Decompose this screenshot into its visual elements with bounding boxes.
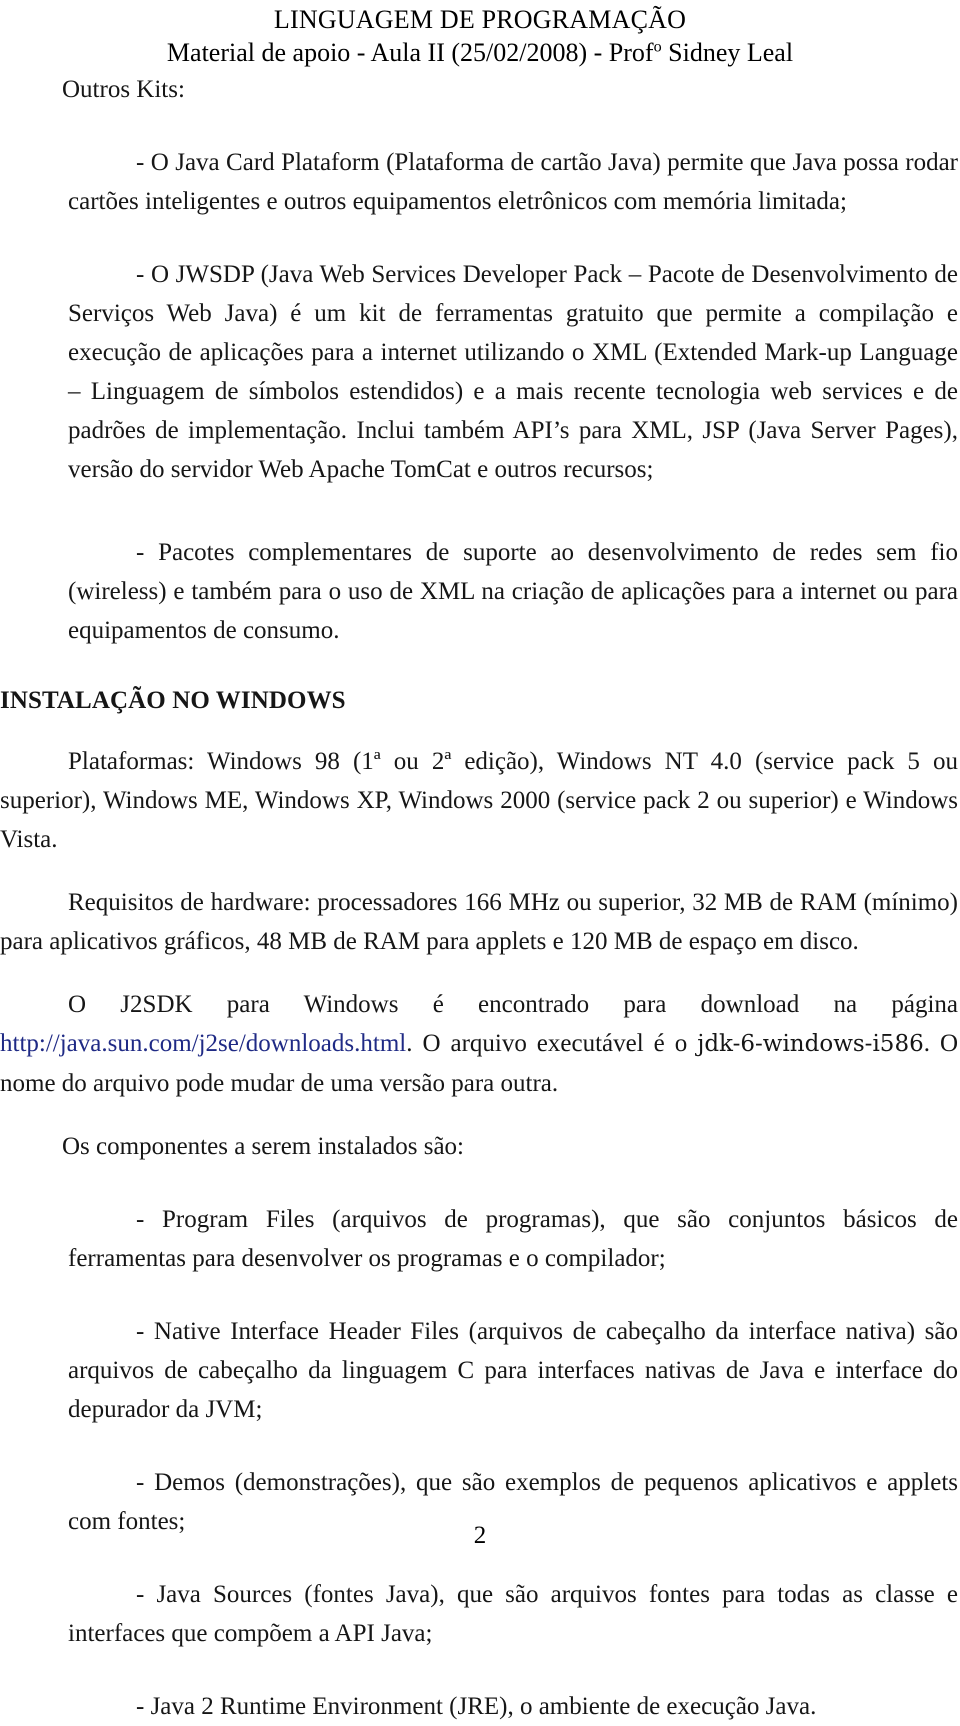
bullet-jwsdp: - O JWSDP (Java Web Services Developer P… <box>68 261 958 483</box>
paragraph-requisitos-hardware: Requisitos de hardware: processadores 16… <box>0 889 958 955</box>
ordinal-superscript: o <box>653 38 662 56</box>
bullet-native-interface-header-files: - Native Interface Header Files (arquivo… <box>68 1318 958 1423</box>
bullet-java-sources: - Java Sources (fontes Java), que são ar… <box>68 1581 958 1647</box>
document-subtitle-main: Material de apoio - Aula II (25/02/2008)… <box>166 38 654 67</box>
download-lead-text: O J2SDK para Windows é encontrado para d… <box>68 991 958 1018</box>
heading-instalacao-no-windows: INSTALAÇÃO NO WINDOWS <box>0 687 346 714</box>
bullet-program-files: - Program Files (arquivos de programas),… <box>68 1206 958 1272</box>
document-subtitle-author: Sidney Leal <box>661 38 794 67</box>
document-title: LINGUAGEM DE PROGRAMAÇÃO <box>273 5 687 34</box>
document-header: LINGUAGEM DE PROGRAMAÇÃO Material de apo… <box>0 0 960 70</box>
paragraph-componentes-lead: Os componentes a serem instalados são: <box>62 1133 464 1160</box>
bullet-java-card: - O Java Card Plataform (Plataforma de c… <box>68 149 958 215</box>
paragraph-download-j2sdk: O J2SDK para Windows é encontrado para d… <box>0 985 958 1103</box>
installer-filename: jdk-6-windows-i586 <box>697 1031 924 1057</box>
download-mid-text: . O arquivo executável é o <box>406 1030 698 1057</box>
document-page: LINGUAGEM DE PROGRAMAÇÃO Material de apo… <box>0 0 960 1720</box>
page-number: 2 <box>473 1522 487 1549</box>
section-label-outros-kits: Outros Kits: <box>62 76 185 103</box>
bullet-java-runtime-environment: - Java 2 Runtime Environment (JRE), o am… <box>136 1693 817 1720</box>
paragraph-plataformas: Plataformas: Windows 98 (1ª ou 2ª edição… <box>0 748 958 853</box>
document-body: Outros Kits: - O Java Card Plataform (Pl… <box>0 70 960 1726</box>
document-subtitle: Material de apoio - Aula II (25/02/2008)… <box>0 36 960 70</box>
bullet-pacotes-complementares: - Pacotes complementares de suporte ao d… <box>68 539 958 644</box>
java-download-link[interactable]: http://java.sun.com/j2se/downloads.html <box>0 1030 406 1057</box>
